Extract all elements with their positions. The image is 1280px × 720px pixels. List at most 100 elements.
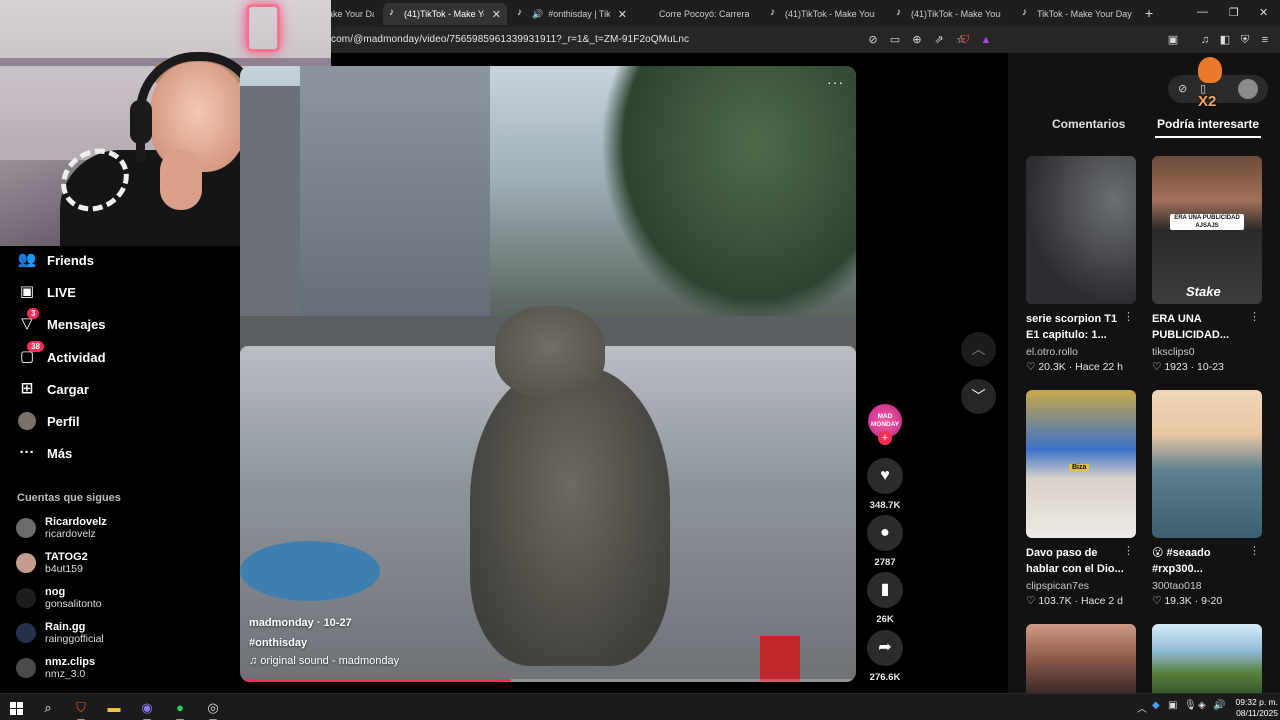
card-author[interactable]: tiksclips0: [1152, 346, 1262, 358]
sidebar-item-live[interactable]: ▣ LIVE: [17, 280, 76, 304]
sidebar-item-upload[interactable]: ⊞ Cargar: [17, 377, 89, 401]
save-action[interactable]: ▮ 26K: [866, 572, 904, 625]
comment-count: 2787: [874, 557, 896, 568]
sidebar-toggle-icon[interactable]: ◧: [1217, 32, 1233, 48]
new-tab-button[interactable]: +: [1145, 5, 1153, 21]
sidebar-item-profile[interactable]: Perfil: [17, 409, 80, 433]
vpn-icon[interactable]: ⛨: [1237, 32, 1253, 48]
sidebar-item-activity[interactable]: ▢ 38 Actividad: [17, 341, 106, 369]
comment-icon[interactable]: ●: [867, 515, 903, 551]
video-thumbnail[interactable]: [1026, 156, 1136, 304]
video-thumbnail[interactable]: [1152, 390, 1262, 538]
brave-taskbar-icon[interactable]: ⛉: [71, 698, 91, 720]
media-icon[interactable]: ♫: [1197, 32, 1213, 48]
share-icon[interactable]: ⇗: [931, 32, 947, 48]
url-field[interactable]: com/@madmonday/video/7565985961339931911…: [331, 34, 689, 45]
file-explorer-icon[interactable]: ▬: [104, 698, 124, 718]
card-title[interactable]: 😮 #seaado #rxp300...: [1152, 545, 1252, 577]
card-author[interactable]: 300tao018: [1152, 580, 1262, 592]
obs-icon[interactable]: ◎: [203, 698, 223, 720]
browser-tab[interactable]: (41)TikTok - Make Your Da: [890, 3, 1012, 25]
following-account[interactable]: nog gonsalitonto: [16, 586, 102, 610]
card-more-icon[interactable]: ⋮: [1123, 544, 1134, 557]
card-author[interactable]: clipspican7es: [1026, 580, 1136, 592]
thumbnail-caption: Biza: [1069, 464, 1090, 471]
tray-app-icon[interactable]: ◈: [1198, 700, 1206, 711]
tray-app-icon[interactable]: ▣: [1168, 700, 1177, 711]
volume-icon[interactable]: 🔊: [1213, 700, 1225, 711]
zoom-icon[interactable]: ⊕: [909, 32, 925, 48]
recommended-video-card[interactable]: ERA UNA PUBLICIDAD AJSAJS Stake ERA UNA …: [1152, 156, 1262, 373]
comment-action[interactable]: ● 2787: [866, 515, 904, 568]
sidebar-item-more[interactable]: ··· Más: [17, 441, 73, 465]
discord-icon[interactable]: ◉: [137, 698, 157, 720]
restore-button[interactable]: ❐: [1229, 6, 1239, 19]
recommended-video-card[interactable]: [1152, 624, 1262, 693]
user-avatar[interactable]: [1238, 79, 1258, 99]
close-tab-icon[interactable]: ✕: [492, 8, 501, 21]
following-account[interactable]: Rain.gg rainggofficial: [16, 621, 104, 645]
tray-overflow-icon[interactable]: ︿: [1137, 700, 1147, 715]
video-thumbnail[interactable]: [1026, 624, 1136, 693]
recommended-video-card[interactable]: [1026, 624, 1136, 693]
video-author[interactable]: madmonday · 10-27: [249, 614, 399, 632]
tray-app-icon[interactable]: ◆: [1152, 700, 1160, 711]
browser-tab[interactable]: (41)TikTok - Make Your Da: [764, 3, 886, 25]
browser-tab[interactable]: TikTok - Make Your Day: [1016, 3, 1138, 25]
card-author[interactable]: el.otro.rollo: [1026, 346, 1136, 358]
close-window-button[interactable]: ✕: [1259, 6, 1268, 19]
browser-tab[interactable]: 🔊 #onthisday | TikTok ✕: [511, 3, 633, 25]
video-sound[interactable]: ♫ original sound - madmonday: [249, 652, 399, 670]
card-title[interactable]: ERA UNA PUBLICIDAD...: [1152, 311, 1252, 343]
browser-tab[interactable]: Corre Pocoyó: Carrera Épi: [638, 3, 760, 25]
previous-video-button[interactable]: ︿: [961, 332, 996, 367]
card-title[interactable]: serie scorpion T1 E1 capitulo: 1...: [1026, 311, 1126, 343]
share-action[interactable]: ➦ 276.6K: [866, 630, 904, 683]
mute-site-icon[interactable]: ⊘: [865, 32, 881, 48]
tab-comments[interactable]: Comentarios: [1052, 117, 1125, 131]
following-account[interactable]: Ricardovelz ricardovelz: [16, 516, 107, 540]
recommended-video-card[interactable]: serie scorpion T1 E1 capitulo: 1... ⋮ el…: [1026, 156, 1136, 373]
microphone-icon[interactable]: 🎙: [1184, 700, 1197, 711]
following-account[interactable]: nmz.clips nmz_3.0: [16, 656, 95, 680]
sidebar-item-messages[interactable]: ▽ 3 Mensajes: [17, 308, 106, 336]
tab-recommended[interactable]: Podría interesarte: [1157, 117, 1259, 131]
card-more-icon[interactable]: ⋮: [1249, 310, 1260, 323]
like-action[interactable]: ♥ 348.7K: [866, 458, 904, 511]
card-likes: 19.3K: [1164, 595, 1192, 607]
video-player[interactable]: ··· madmonday · 10-27 #onthisday ♫ origi…: [240, 66, 856, 682]
bookmark-icon[interactable]: ▮: [867, 572, 903, 608]
follow-creator-button[interactable]: +: [878, 431, 892, 445]
video-thumbnail[interactable]: Biza: [1026, 390, 1136, 538]
video-thumbnail[interactable]: [1152, 624, 1262, 693]
video-more-options-icon[interactable]: ···: [827, 74, 844, 90]
recommended-video-card[interactable]: Biza Davo paso de hablar con el Dio... ⋮…: [1026, 390, 1136, 607]
next-video-button[interactable]: ﹀: [961, 379, 996, 414]
compass-icon[interactable]: ⊘: [1178, 82, 1187, 95]
brave-shields-icon[interactable]: ⛉: [957, 32, 973, 48]
recommended-video-card[interactable]: 😮 #seaado #rxp300... ⋮ 300tao018 ♡ 19.3K…: [1152, 390, 1262, 607]
close-tab-icon[interactable]: ✕: [618, 8, 627, 21]
minimize-button[interactable]: —: [1197, 6, 1208, 18]
browser-tab-active[interactable]: (41)TikTok - Make Your ✕: [383, 3, 507, 25]
tab-search-icon[interactable]: ▣: [1165, 32, 1181, 48]
brave-rewards-icon[interactable]: ▲: [978, 32, 994, 48]
windows-taskbar: ⌕ ⛉ ▬ ◉ ● ◎ ︿ ◆ ▣ 🎙 ◈ 🔊 09:32 p. m. 08/1…: [0, 693, 1280, 720]
menu-icon[interactable]: ≡: [1257, 32, 1273, 48]
card-title[interactable]: Davo paso de hablar con el Dio...: [1026, 545, 1126, 577]
video-thumbnail[interactable]: ERA UNA PUBLICIDAD AJSAJS Stake: [1152, 156, 1262, 304]
search-icon[interactable]: ⌕: [38, 698, 58, 718]
following-account[interactable]: TATOG2 b4ut159: [16, 551, 88, 575]
heart-icon[interactable]: ♥: [867, 458, 903, 494]
card-more-icon[interactable]: ⋮: [1249, 544, 1260, 557]
share-icon[interactable]: ➦: [867, 630, 903, 666]
video-hashtag[interactable]: #onthisday: [249, 634, 399, 652]
card-more-icon[interactable]: ⋮: [1123, 310, 1134, 323]
system-clock[interactable]: 09:32 p. m. 08/11/2025: [1228, 697, 1278, 719]
sidebar-item-friends[interactable]: 👥 Friends: [17, 248, 94, 272]
spotify-icon[interactable]: ●: [170, 698, 190, 720]
cast-icon[interactable]: ▭: [887, 32, 903, 48]
speaker-icon[interactable]: 🔊: [532, 9, 543, 20]
video-progress-bar[interactable]: [240, 679, 856, 682]
start-button[interactable]: [6, 698, 26, 718]
